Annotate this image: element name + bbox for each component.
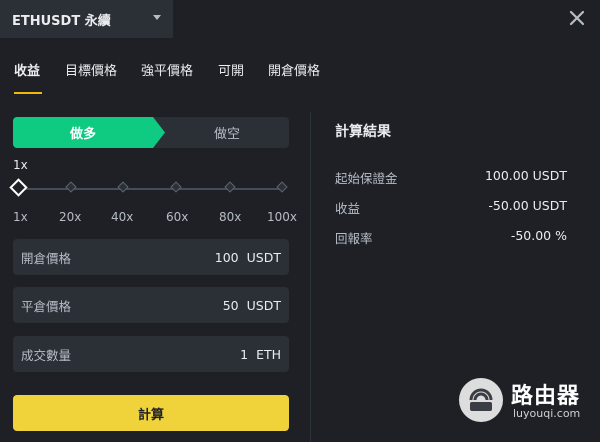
router-logo-icon — [459, 378, 503, 422]
field-unit: USDT — [246, 249, 281, 265]
result-label: 收益 — [335, 201, 361, 216]
tab-open-price[interactable]: 開倉價格 — [268, 60, 320, 79]
slider-label: 40x — [111, 210, 134, 224]
open-price-field[interactable]: 開倉價格 100 USDT — [13, 239, 289, 275]
leverage-slider[interactable] — [9, 178, 288, 197]
slider-mark[interactable] — [170, 181, 182, 193]
field-value[interactable]: 1 — [240, 347, 248, 362]
symbol-label: ETHUSDT 永續 — [12, 13, 111, 29]
result-label: 回報率 — [335, 231, 373, 246]
result-value: -50.00 % — [510, 228, 567, 243]
watermark-url: luyouqi.com — [513, 407, 581, 420]
field-label: 平倉價格 — [21, 298, 72, 314]
active-tab-indicator — [14, 92, 42, 94]
side-toggle: 做多 做空 — [13, 117, 289, 148]
close-price-field[interactable]: 平倉價格 50 USDT — [13, 287, 289, 323]
watermark: 路由器 luyouqi.com — [459, 378, 600, 428]
slider-mark[interactable] — [65, 181, 77, 193]
slider-label: 80x — [219, 210, 242, 224]
field-value[interactable]: 50 — [223, 298, 239, 313]
result-label: 起始保證金 — [335, 171, 398, 186]
close-icon[interactable] — [567, 8, 587, 28]
field-label: 成交數量 — [21, 347, 72, 363]
panel-divider — [310, 112, 311, 442]
tab-target-price[interactable]: 目標價格 — [65, 60, 117, 79]
long-button[interactable]: 做多 — [13, 117, 165, 148]
result-value: -50.00 USDT — [488, 198, 567, 213]
field-unit: ETH — [256, 346, 281, 362]
field-unit: USDT — [246, 297, 281, 313]
slider-label: 100x — [267, 210, 298, 224]
tab-liquidation-price[interactable]: 強平價格 — [141, 60, 193, 79]
calculate-button[interactable]: 計算 — [13, 395, 289, 431]
symbol-selector[interactable]: ETHUSDT 永續 — [0, 0, 173, 38]
slider-handle[interactable] — [9, 178, 28, 197]
leverage-value: 1x — [13, 158, 28, 172]
slider-label: 20x — [59, 210, 82, 224]
slider-label: 1x — [13, 210, 28, 224]
tab-profit[interactable]: 收益 — [14, 60, 40, 79]
field-label: 開倉價格 — [21, 250, 72, 266]
caret-down-icon — [153, 15, 161, 20]
field-value[interactable]: 100 — [215, 250, 239, 265]
slider-mark[interactable] — [276, 181, 288, 193]
results-title: 計算結果 — [335, 124, 391, 140]
slider-mark[interactable] — [117, 181, 129, 193]
quantity-field[interactable]: 成交數量 1 ETH — [13, 336, 289, 372]
slider-label: 60x — [166, 210, 189, 224]
tab-max-open[interactable]: 可開 — [218, 60, 244, 79]
short-button[interactable]: 做空 — [165, 117, 289, 148]
slider-mark[interactable] — [224, 181, 236, 193]
watermark-name: 路由器 — [511, 384, 581, 409]
result-value: 100.00 USDT — [484, 168, 567, 183]
